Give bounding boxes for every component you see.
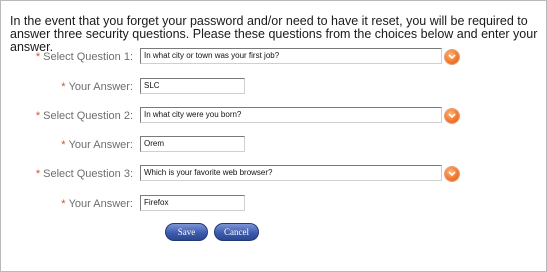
answer-3-row: * Your Answer: Firefox bbox=[1, 195, 546, 215]
answer-3-label-text: Your Answer: bbox=[68, 198, 133, 210]
required-marker: * bbox=[61, 198, 66, 210]
answer-3-input[interactable]: Firefox bbox=[140, 195, 245, 211]
question-1-dropdown-button[interactable] bbox=[445, 50, 459, 64]
question-2-dropdown-button[interactable] bbox=[445, 109, 459, 123]
answer-1-label: * Your Answer: bbox=[61, 81, 133, 93]
answer-2-value: Orem bbox=[144, 139, 164, 148]
cancel-button[interactable]: Cancel bbox=[214, 223, 259, 241]
answer-1-input[interactable]: SLC bbox=[140, 78, 245, 94]
answer-2-row: * Your Answer: Orem bbox=[1, 136, 546, 156]
question-1-selected-value: In what city or town was your first job? bbox=[144, 51, 280, 60]
select-question-2-label: * Select Question 2: bbox=[36, 110, 133, 122]
select-question-2-label-text: Select Question 2: bbox=[43, 110, 133, 122]
question-2-selected-value: In what city were you born? bbox=[144, 110, 242, 119]
select-question-1-label-text: Select Question 1: bbox=[43, 51, 133, 63]
question-3-select[interactable]: Which is your favorite web browser? bbox=[140, 165, 442, 181]
select-question-1-label: * Select Question 1: bbox=[36, 51, 133, 63]
question-1-select[interactable]: In what city or town was your first job? bbox=[140, 48, 442, 64]
answer-3-label: * Your Answer: bbox=[61, 198, 133, 210]
select-question-3-label-text: Select Question 3: bbox=[43, 168, 133, 180]
answer-1-label-text: Your Answer: bbox=[68, 81, 133, 93]
answer-2-input[interactable]: Orem bbox=[140, 136, 245, 152]
answer-1-value: SLC bbox=[144, 81, 160, 90]
save-button[interactable]: Save bbox=[165, 223, 208, 241]
select-question-3-label: * Select Question 3: bbox=[36, 168, 133, 180]
answer-2-label: * Your Answer: bbox=[61, 139, 133, 151]
question-3-row: * Select Question 3: Which is your favori… bbox=[1, 165, 546, 185]
question-2-select[interactable]: In what city were you born? bbox=[140, 107, 442, 123]
question-2-row: * Select Question 2: In what city were yo… bbox=[1, 107, 546, 127]
answer-2-label-text: Your Answer: bbox=[68, 139, 133, 151]
required-marker: * bbox=[61, 81, 66, 93]
chevron-down-icon bbox=[448, 113, 456, 119]
required-marker: * bbox=[35, 51, 41, 63]
chevron-down-icon bbox=[448, 54, 456, 60]
required-marker: * bbox=[35, 110, 41, 122]
question-3-dropdown-button[interactable] bbox=[445, 167, 459, 181]
required-marker: * bbox=[35, 168, 41, 180]
answer-3-value: Firefox bbox=[144, 198, 169, 207]
chevron-down-icon bbox=[448, 171, 456, 177]
answer-1-row: * Your Answer: SLC bbox=[1, 78, 546, 98]
security-questions-panel: In the event that you forget your passwo… bbox=[0, 0, 547, 272]
question-3-selected-value: Which is your favorite web browser? bbox=[144, 168, 273, 177]
question-1-row: * Select Question 1: In what city or town… bbox=[1, 48, 546, 68]
required-marker: * bbox=[61, 139, 66, 151]
